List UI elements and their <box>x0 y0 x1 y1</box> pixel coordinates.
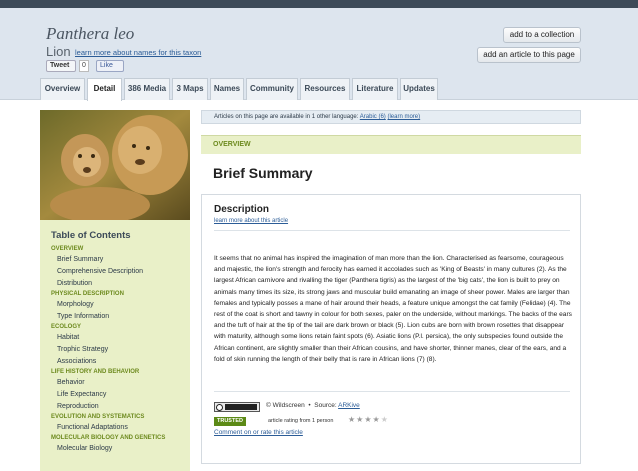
toc-section-heading: Overview <box>51 246 84 252</box>
divider <box>214 230 570 231</box>
star-icon[interactable]: ★ <box>364 415 372 424</box>
cc-badge-icon <box>225 404 257 410</box>
star-icon[interactable]: ★ <box>373 415 381 424</box>
toc-item-habitat[interactable]: Habitat <box>51 332 190 344</box>
tab-media[interactable]: 386 Media <box>124 78 170 100</box>
toc-item-behavior[interactable]: Behavior <box>51 377 190 389</box>
page-heading: Brief Summary <box>213 165 313 181</box>
license-info: © Wildscreen • Source: ARKive <box>266 402 360 409</box>
like-label: Like <box>100 62 113 69</box>
tab-updates[interactable]: Updates <box>400 78 438 100</box>
toc-item-trophic-strategy[interactable]: Trophic Strategy <box>51 344 190 356</box>
tab-literature[interactable]: Literature <box>352 78 398 100</box>
toc-section-heading: Physical Description <box>51 291 124 297</box>
tab-resources[interactable]: Resources <box>300 78 350 100</box>
star-icon[interactable]: ★ <box>348 415 356 424</box>
description-body: It seems that no animal has inspired the… <box>214 255 572 363</box>
toc-title: Table of Contents <box>51 230 131 241</box>
tab-overview[interactable]: Overview <box>40 78 85 100</box>
toc-item-molecular-biology[interactable]: Molecular Biology <box>51 443 190 455</box>
toc-section-heading: Life History and Behavior <box>51 369 140 375</box>
rights-holder: © Wildscreen <box>266 402 305 409</box>
toc-item-life-expectancy[interactable]: Life Expectancy <box>51 389 190 401</box>
comment-link[interactable]: Comment on or rate this article <box>214 429 303 436</box>
language-notice: Articles on this page are available in 1… <box>201 110 581 124</box>
tweet-label: Tweet <box>50 62 70 69</box>
toc-section-heading: Molecular Biology and Genetics <box>51 435 166 441</box>
language-notice-text: Articles on this page are available in 1… <box>214 114 359 120</box>
source-link[interactable]: ARKive <box>338 402 360 409</box>
cc-license-icon[interactable] <box>214 402 260 412</box>
description-article: Description learn more about this articl… <box>201 194 581 464</box>
language-link-arabic[interactable]: Arabic (6) <box>360 114 386 120</box>
rating-text: article rating from 1 person <box>268 418 334 424</box>
like-button[interactable]: Like <box>96 60 124 72</box>
trusted-badge: TRUSTED <box>214 417 246 426</box>
learn-more-link[interactable]: (learn more) <box>387 114 420 120</box>
cc-circle-icon <box>216 404 223 411</box>
toc-section-heading: Evolution and Systematics <box>51 414 145 420</box>
tweet-count: 0 <box>79 60 89 72</box>
tweet-button[interactable]: Tweet <box>46 60 76 72</box>
add-to-collection-button[interactable]: add to a collection <box>503 27 581 43</box>
article-info-link[interactable]: learn more about this article <box>214 218 288 224</box>
toc-item-functional-adaptations[interactable]: Functional Adaptations <box>51 422 190 434</box>
rating-stars[interactable]: ★★★★★ <box>348 415 389 424</box>
common-name: Lion <box>46 44 71 59</box>
scientific-name: Panthera leo <box>46 24 135 43</box>
section-label-text: Overview <box>213 141 251 148</box>
toc-item-distribution[interactable]: Distribution <box>51 278 190 290</box>
section-label: Overview <box>201 135 581 154</box>
toc-item-reproduction[interactable]: Reproduction <box>51 401 190 413</box>
tab-detail[interactable]: Detail <box>87 78 122 101</box>
tab-community[interactable]: Community <box>246 78 298 100</box>
description-title: Description <box>214 204 270 215</box>
lion-photo-image <box>40 110 190 220</box>
add-article-button[interactable]: add an article to this page <box>477 47 581 63</box>
divider <box>214 391 570 392</box>
names-link[interactable]: learn more about names for this taxon <box>75 48 201 57</box>
toc-item-associations[interactable]: Associations <box>51 356 190 368</box>
star-icon[interactable]: ★ <box>381 415 389 424</box>
tab-names[interactable]: Names <box>210 78 244 100</box>
top-bar <box>0 0 638 8</box>
toc-item-brief-summary[interactable]: Brief Summary <box>51 254 190 266</box>
tab-maps[interactable]: 3 Maps <box>172 78 208 100</box>
source-label: Source: <box>314 402 337 409</box>
toc-item-type-information[interactable]: Type Information <box>51 311 190 323</box>
toc-item-comprehensive-description[interactable]: Comprehensive Description <box>51 266 190 278</box>
lion-photo[interactable] <box>40 110 190 220</box>
toc-section-heading: Ecology <box>51 324 82 330</box>
toc-item-morphology[interactable]: Morphology <box>51 299 190 311</box>
table-of-contents: Table of Contents Overview Brief Summary… <box>40 220 190 471</box>
